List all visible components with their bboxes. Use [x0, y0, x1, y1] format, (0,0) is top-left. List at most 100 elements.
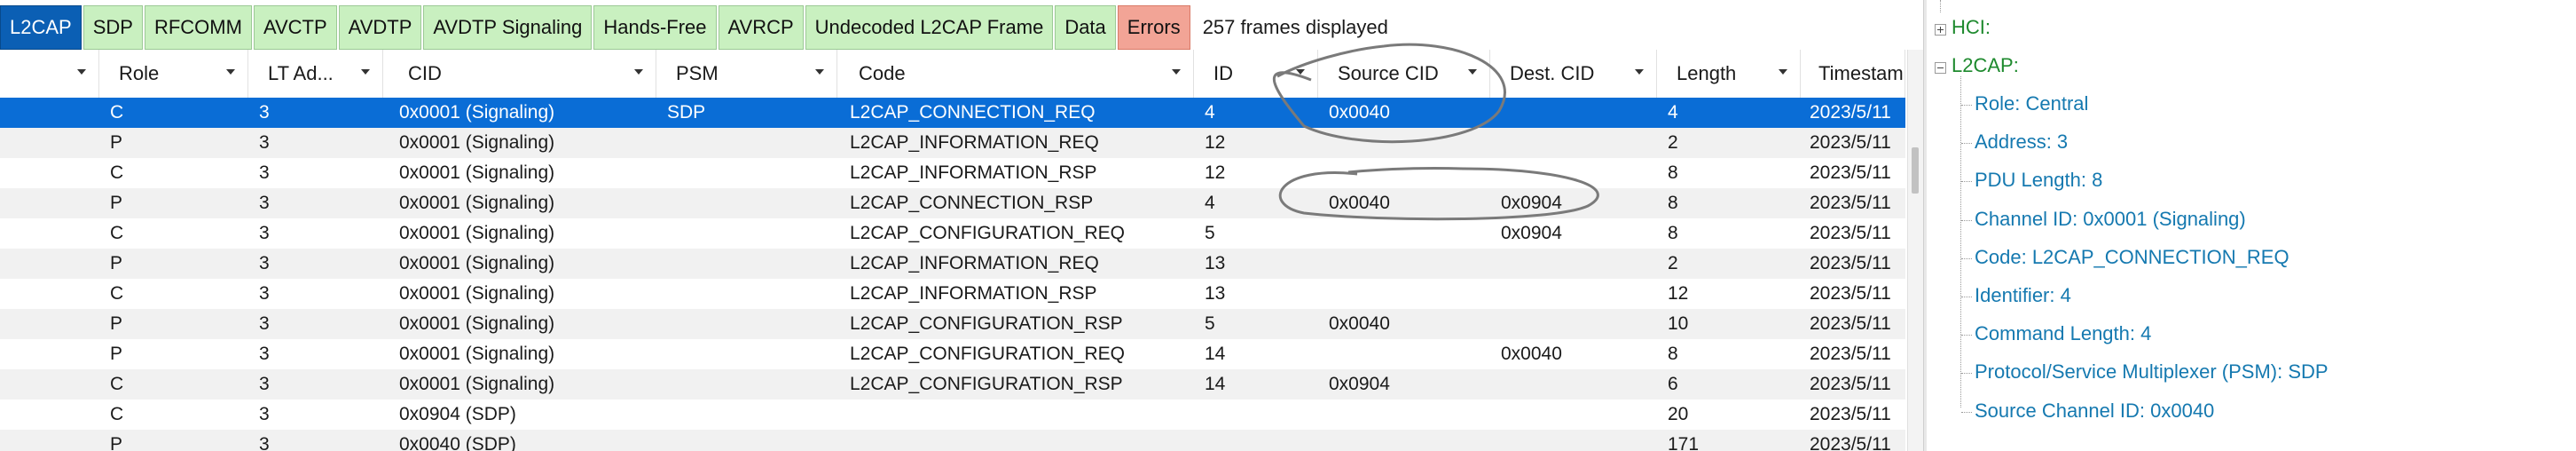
tab-hands-free[interactable]: Hands-Free	[593, 5, 717, 50]
column-header-src[interactable]: Source CID	[1318, 50, 1490, 98]
tree-field-2[interactable]: Address: 3	[1975, 131, 2068, 154]
tree-collapse-minus-icon[interactable]	[1935, 62, 1946, 74]
column-header-blank[interactable]	[0, 50, 99, 98]
cell-code: L2CAP_CONNECTION_RSP	[850, 193, 1094, 213]
caret-down-icon[interactable]	[1172, 69, 1181, 75]
column-header-cid[interactable]: CID	[383, 50, 656, 98]
cell-src: 0x0904	[1329, 374, 1390, 394]
tab-avctp[interactable]: AVCTP	[253, 5, 337, 50]
cell-dst	[1501, 158, 1657, 188]
cell-cid: 0x0001 (Signaling)	[399, 193, 555, 213]
table-row[interactable]: P 3 0x0040 (SDP) 171 2023/5/11	[0, 430, 1905, 451]
tree-expand-plus-icon[interactable]	[1935, 24, 1946, 36]
tree-guide-line	[1961, 105, 1972, 106]
cell-ts: 2023/5/11	[1810, 132, 1891, 153]
column-header-label: Role	[119, 62, 160, 84]
table-row[interactable]: P 3 0x0001 (Signaling) L2CAP_CONFIGURATION_…	[0, 309, 1905, 339]
cell-psm: SDP	[667, 102, 706, 123]
column-header-label: Timestamp	[1818, 62, 1905, 84]
cell-ts: 2023/5/11	[1810, 313, 1891, 334]
cell-code: L2CAP_CONFIGURATION_REQ	[850, 344, 1126, 364]
tree-field-3[interactable]: PDU Length: 8	[1975, 169, 2102, 192]
column-header-code[interactable]: Code	[837, 50, 1194, 98]
cell-dst	[1501, 128, 1657, 158]
cell-id	[1205, 400, 1318, 430]
caret-down-icon[interactable]	[1635, 69, 1644, 75]
cell-code: L2CAP_CONNECTION_REQ	[850, 102, 1096, 123]
column-header-label: LT Ad...	[268, 62, 334, 84]
cell-ts: 2023/5/11	[1810, 102, 1891, 123]
tree-field-8[interactable]: Protocol/Service Multiplexer (PSM): SDP	[1975, 360, 2329, 384]
column-header-label: Length	[1677, 62, 1737, 84]
tree-field-5[interactable]: Code: L2CAP_CONNECTION_REQ	[1975, 246, 2289, 269]
table-row[interactable]: C 3 0x0001 (Signaling) L2CAP_CONFIGURATION_…	[0, 218, 1905, 249]
cell-psm	[667, 430, 837, 451]
table-row[interactable]: P 3 0x0001 (Signaling) L2CAP_INFORMATION_RE…	[0, 128, 1905, 158]
decode-tree-panel: HCI: L2CAP: Role: Central Address: 3 PDU L…	[1927, 0, 2576, 451]
cell-dst	[1501, 400, 1657, 430]
tree-guide-line	[1961, 411, 1972, 413]
tab-l2cap[interactable]: L2CAP	[0, 5, 82, 50]
cell-cid: 0x0001 (Signaling)	[399, 162, 555, 183]
tab-errors[interactable]: Errors	[1117, 5, 1190, 50]
caret-down-icon[interactable]	[361, 69, 370, 75]
table-row[interactable]: C 3 0x0904 (SDP) 20 2023/5/11	[0, 400, 1905, 430]
tree-guide-line	[1940, 0, 1941, 12]
tree-node-hci[interactable]: HCI:	[1952, 16, 1991, 39]
table-row[interactable]: C 3 0x0001 (Signaling) L2CAP_INFORMATION_RS…	[0, 158, 1905, 188]
cell-ts: 2023/5/11	[1810, 193, 1891, 213]
table-row[interactable]: C 3 0x0001 (Signaling) SDP L2CAP_CONNECTION_…	[0, 98, 1905, 128]
column-header-role[interactable]: Role	[99, 50, 248, 98]
caret-down-icon[interactable]	[226, 69, 235, 75]
caret-down-icon[interactable]	[1468, 69, 1477, 75]
column-header-len[interactable]: Length	[1657, 50, 1801, 98]
caret-down-icon[interactable]	[1779, 69, 1787, 75]
frame-grid: Role LT Ad... CID PSM Code ID Source CID Dest. …	[0, 50, 1905, 451]
tab-undecoded-l2cap-frame[interactable]: Undecoded L2CAP Frame	[805, 5, 1054, 50]
cell-len: 12	[1668, 283, 1689, 304]
tree-node-l2cap[interactable]: L2CAP:	[1952, 54, 2019, 77]
cell-cid: 0x0001 (Signaling)	[399, 344, 555, 364]
tree-guide-line	[1961, 335, 1972, 336]
tab-avdtp-signaling[interactable]: AVDTP Signaling	[423, 5, 593, 50]
table-row[interactable]: P 3 0x0001 (Signaling) L2CAP_INFORMATION_RE…	[0, 249, 1905, 279]
scrollbar-thumb[interactable]	[1912, 147, 1919, 194]
table-row[interactable]: P 3 0x0001 (Signaling) L2CAP_CONNECTION_RSP…	[0, 188, 1905, 218]
column-header-dst[interactable]: Dest. CID	[1490, 50, 1657, 98]
frames-displayed-count: 257 frames displayed	[1202, 16, 1388, 38]
caret-down-icon[interactable]	[1296, 69, 1305, 75]
tree-field-4[interactable]: Channel ID: 0x0001 (Signaling)	[1975, 208, 2246, 231]
cell-cid: 0x0040 (SDP)	[399, 434, 516, 451]
column-header-ts[interactable]: Timestamp	[1801, 50, 1905, 98]
tree-field-1[interactable]: Role: Central	[1975, 92, 2088, 115]
column-header-psm[interactable]: PSM	[656, 50, 837, 98]
cell-src	[1329, 128, 1490, 158]
grid-vertical-scrollbar[interactable]	[1907, 50, 1924, 451]
cell-id	[1205, 430, 1318, 451]
tree-field-7[interactable]: Command Length: 4	[1975, 322, 2151, 345]
tab-avrcp[interactable]: AVRCP	[718, 5, 804, 50]
tree-field-6[interactable]: Identifier: 4	[1975, 284, 2071, 307]
caret-down-icon[interactable]	[815, 69, 824, 75]
table-row[interactable]: P 3 0x0001 (Signaling) L2CAP_CONFIGURATION_…	[0, 339, 1905, 369]
table-row[interactable]: C 3 0x0001 (Signaling) L2CAP_CONFIGURATION_…	[0, 369, 1905, 400]
cell-id: 14	[1205, 374, 1226, 394]
tab-rfcomm[interactable]: RFCOMM	[144, 5, 252, 50]
caret-down-icon[interactable]	[77, 69, 86, 75]
column-header-lt[interactable]: LT Ad...	[248, 50, 383, 98]
cell-lt: 3	[259, 404, 270, 424]
table-row[interactable]: C 3 0x0001 (Signaling) L2CAP_INFORMATION_RS…	[0, 279, 1905, 309]
cell-src	[1329, 279, 1490, 309]
caret-down-icon[interactable]	[634, 69, 643, 75]
tab-avdtp[interactable]: AVDTP	[338, 5, 422, 50]
cell-lt: 3	[259, 313, 270, 334]
cell-dst: 0x0904	[1501, 223, 1562, 243]
cell-role: C	[110, 223, 124, 243]
column-header-id[interactable]: ID	[1194, 50, 1318, 98]
cell-code: L2CAP_INFORMATION_REQ	[850, 253, 1099, 273]
tab-data[interactable]: Data	[1055, 5, 1116, 50]
tab-sdp[interactable]: SDP	[82, 5, 143, 50]
tree-field-9[interactable]: Source Channel ID: 0x0040	[1975, 400, 2214, 423]
cell-len: 6	[1668, 374, 1678, 394]
cell-ts: 2023/5/11	[1810, 374, 1891, 394]
